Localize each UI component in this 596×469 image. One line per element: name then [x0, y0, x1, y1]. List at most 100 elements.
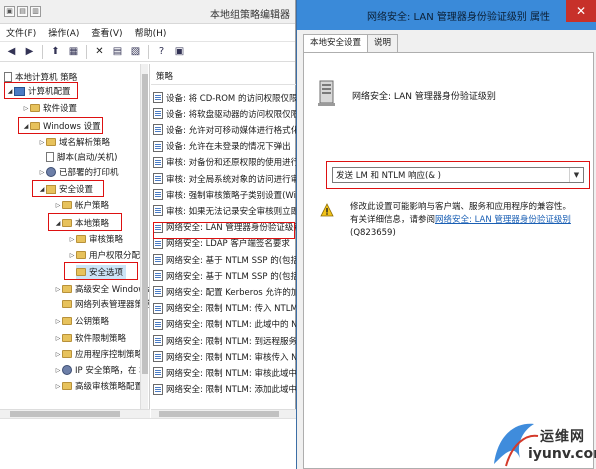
dialog-body: 本地安全设置 说明 网络安全: LAN 管理器身份验证级别 发送 LM 和 NT…: [297, 30, 596, 469]
tree-user-rights[interactable]: ▷ 用户权限分配: [68, 248, 140, 262]
tree-advanced-firewall[interactable]: ▷ 高级安全 Windows: [54, 282, 149, 296]
properties-dialog: 网络安全: LAN 管理器身份验证级别 属性 ✕ 本地安全设置 说明 网络安全:…: [296, 0, 596, 469]
tree-audit-policy[interactable]: ▷ 审核策略: [68, 232, 123, 246]
tree-hscroll-thumb[interactable]: [10, 411, 120, 417]
tree-dns-policy[interactable]: ▷ 域名解析策略: [38, 135, 110, 149]
warning-icon: [320, 203, 334, 217]
up-folder-icon[interactable]: ⬆: [48, 44, 63, 59]
policy-row[interactable]: 网络安全: LAN 管理器身份验证级别: [153, 220, 296, 235]
collapsed-triangle-icon[interactable]: ▷: [54, 318, 62, 325]
policy-label: 设备: 将软盘驱动器的访问权限仅限于: [166, 109, 296, 120]
menu-help[interactable]: 帮助(H): [135, 26, 167, 39]
policy-row[interactable]: 设备: 将 CD-ROM 的访问权限仅限于: [153, 90, 296, 105]
policy-row[interactable]: 审核: 对备份和还原权限的使用进行审: [153, 155, 296, 170]
policy-list: 策略 设备: 将 CD-ROM 的访问权限仅限于设备: 将软盘驱动器的访问权限仅…: [151, 64, 296, 410]
policy-row[interactable]: 网络安全: 限制 NTLM: 审核此域中的: [153, 365, 296, 380]
toolbar-separator: [42, 44, 43, 59]
list-hscroll-thumb[interactable]: [159, 411, 279, 417]
collapsed-triangle-icon[interactable]: ▷: [38, 139, 46, 146]
collapsed-triangle-icon[interactable]: ▷: [22, 105, 30, 112]
collapsed-triangle-icon[interactable]: ▷: [68, 252, 76, 259]
tree-root[interactable]: 本地计算机 策略: [4, 70, 77, 84]
tree-computer-config[interactable]: ◢ 计算机配置: [6, 84, 71, 98]
menu-file[interactable]: 文件(F): [6, 26, 36, 39]
policy-row[interactable]: 设备: 允许在未登录的情况下弹出: [153, 139, 296, 154]
tree-windows-settings[interactable]: ◢ Windows 设置: [22, 119, 101, 133]
tree-scripts[interactable]: 脚本(启动/关机): [46, 150, 118, 164]
delete-icon[interactable]: ✕: [92, 44, 107, 59]
collapsed-triangle-icon[interactable]: ▷: [38, 169, 46, 176]
expanded-triangle-icon[interactable]: ◢: [54, 220, 62, 227]
help-link[interactable]: 网络安全: LAN 管理器身份验证级别: [435, 215, 571, 225]
show-hide-tree-icon[interactable]: ▦: [66, 44, 81, 59]
policy-row[interactable]: 设备: 允许对可移动媒体进行格式化并: [153, 122, 296, 137]
properties-icon[interactable]: ▤: [110, 44, 125, 59]
tree-security-options[interactable]: 安全选项: [76, 265, 127, 279]
policy-icon: [153, 270, 163, 282]
tree-network-list[interactable]: 网络列表管理器策略: [62, 297, 149, 311]
expanded-triangle-icon[interactable]: ◢: [6, 88, 14, 95]
tree-advanced-audit[interactable]: ▷ 高级审核策略配置: [54, 379, 143, 393]
close-icon[interactable]: ✕: [566, 0, 596, 22]
collapsed-triangle-icon[interactable]: ▷: [54, 202, 62, 209]
policy-label: 设备: 允许在未登录的情况下弹出: [166, 142, 291, 153]
policy-column-header[interactable]: 策略: [151, 69, 296, 85]
tree-local-policy[interactable]: ◢ 本地策略: [54, 216, 109, 230]
menu-action[interactable]: 操作(A): [48, 26, 79, 39]
tree-label: 已部署的打印机: [59, 168, 119, 178]
policy-row[interactable]: 网络安全: 限制 NTLM: 审核传入 NTL: [153, 349, 296, 364]
collapsed-triangle-icon[interactable]: ▷: [54, 335, 62, 342]
policy-row[interactable]: 审核: 强制审核策略子类别设置(Wind: [153, 187, 296, 202]
policy-row[interactable]: 审核: 对全局系统对象的访问进行审核: [153, 171, 296, 186]
tree-app-control[interactable]: ▷ 应用程序控制策略: [54, 347, 143, 361]
policy-row[interactable]: 设备: 将软盘驱动器的访问权限仅限于: [153, 106, 296, 121]
expanded-triangle-icon[interactable]: ◢: [22, 123, 30, 130]
policy-label: 网络安全: 限制 NTLM: 添加此域中的: [166, 385, 296, 396]
tree-software-restriction[interactable]: ▷ 软件限制策略: [54, 331, 126, 345]
tree-ip-security[interactable]: ▷ IP 安全策略，在 本: [54, 363, 148, 377]
policy-row[interactable]: 网络安全: LDAP 客户端签名要求: [153, 236, 296, 251]
policy-row[interactable]: 网络安全: 限制 NTLM: 此域中的 NTL: [153, 317, 296, 332]
tree-security-settings[interactable]: ◢ 安全设置: [38, 182, 93, 196]
back-arrow-icon[interactable]: ◀: [4, 44, 19, 59]
tree-horizontal-scrollbar[interactable]: [0, 409, 150, 418]
tree-public-key[interactable]: ▷ 公钥策略: [54, 314, 109, 328]
tree-account-policy[interactable]: ▷ 帐户策略: [54, 198, 109, 212]
collapsed-triangle-icon[interactable]: ▷: [68, 236, 76, 243]
save-icon[interactable]: ▥: [30, 6, 41, 17]
help-icon[interactable]: ?: [154, 44, 169, 59]
policy-row[interactable]: 网络安全: 基于 NTLM SSP 的(包括安: [153, 268, 296, 283]
tree-scroll-thumb[interactable]: [142, 74, 148, 374]
policy-row[interactable]: 网络安全: 限制 NTLM: 到远程服务器: [153, 333, 296, 348]
collapsed-triangle-icon[interactable]: ▷: [54, 351, 62, 358]
list-horizontal-scrollbar[interactable]: [151, 409, 296, 418]
policy-row[interactable]: 审核: 如果无法记录安全审核则立即关: [153, 203, 296, 218]
forward-arrow-icon[interactable]: ▶: [22, 44, 37, 59]
tree-label: IP 安全策略，在 本: [75, 366, 148, 376]
chevron-down-icon[interactable]: ▼: [569, 168, 583, 182]
group-policy-editor-window: ▣ ▤ ▥ 本地组策略编辑器 文件(F) 操作(A) 查看(V) 帮助(H) ◀…: [0, 0, 296, 469]
tab-explain[interactable]: 说明: [367, 34, 399, 52]
collapsed-triangle-icon[interactable]: ▷: [54, 367, 62, 374]
collapsed-triangle-icon[interactable]: ▷: [54, 286, 62, 293]
collapsed-triangle-icon[interactable]: ▷: [54, 383, 62, 390]
tab-local-security-setting[interactable]: 本地安全设置: [303, 34, 369, 53]
export-list-icon[interactable]: ▧: [128, 44, 143, 59]
app-icon[interactable]: ▣: [4, 6, 15, 17]
policy-row[interactable]: 网络安全: 限制 NTLM: 添加此域中的: [153, 382, 296, 397]
properties-icon[interactable]: ▤: [17, 6, 28, 17]
view-icon[interactable]: ▣: [172, 44, 187, 59]
policy-icon: [153, 124, 163, 136]
expanded-triangle-icon[interactable]: ◢: [38, 186, 46, 193]
tree-vertical-scrollbar[interactable]: [140, 64, 148, 410]
policy-row[interactable]: 网络安全: 限制 NTLM: 传入 NTLM 流: [153, 301, 296, 316]
warning-kb: (Q823659): [350, 228, 396, 238]
gpe-titlebar: ▣ ▤ ▥ 本地组策略编辑器: [0, 0, 295, 24]
policy-row[interactable]: 网络安全: 配置 Kerberos 允许的加密: [153, 284, 296, 299]
tree-deployed-printers[interactable]: ▷ 已部署的打印机: [38, 165, 119, 179]
auth-level-select[interactable]: 发送 LM 和 NTLM 响应(& ) ▼: [332, 167, 584, 183]
gpe-statusbar: [0, 418, 296, 469]
tree-software-settings[interactable]: ▷ 软件设置: [22, 101, 77, 115]
menu-view[interactable]: 查看(V): [91, 26, 122, 39]
policy-row[interactable]: 网络安全: 基于 NTLM SSP 的(包括安: [153, 252, 296, 267]
